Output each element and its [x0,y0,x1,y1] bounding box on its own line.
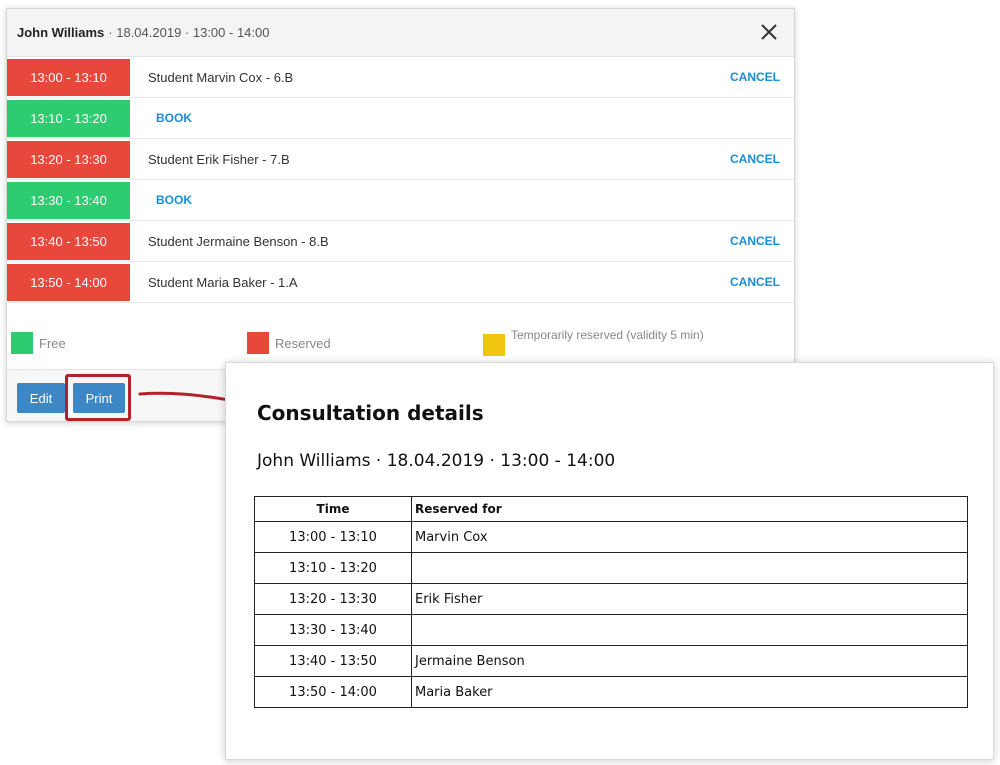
cancel-button[interactable]: CANCEL [730,234,780,248]
modal-header: John Williams · 18.04.2019 · 13:00 - 14:… [7,9,794,57]
legend-item-temporary: Temporarily reserved (validity 5 min) [483,329,713,356]
slot-student: Student Maria Baker - 1.A [148,274,298,290]
slot-student: Student Marvin Cox - 6.B [148,69,294,85]
book-button[interactable]: BOOK [156,193,192,207]
cell-time: 13:00 - 13:10 [254,521,412,553]
slot-row: 13:00 - 13:10 Student Marvin Cox - 6.B C… [7,57,794,98]
table-row: 13:40 - 13:50 Jermaine Benson [254,645,968,677]
table-header-row: Time Reserved for [254,496,968,522]
slot-row: 13:10 - 13:20 BOOK [7,98,794,139]
slot-legend: Free Reserved Temporarily reserved (vali… [7,327,794,367]
table-row: 13:10 - 13:20 [254,552,968,584]
table-row: 13:20 - 13:30 Erik Fisher [254,583,968,615]
cancel-button[interactable]: CANCEL [730,275,780,289]
print-preview: Consultation details John Williams · 18.… [225,362,994,760]
slot-time: 13:30 - 13:40 [7,181,130,219]
consultation-meta: · 18.04.2019 · 13:00 - 14:00 [108,25,270,40]
legend-item-reserved: Reserved [247,332,331,354]
consultation-modal: John Williams · 18.04.2019 · 13:00 - 14:… [6,8,795,422]
cell-reserved-for: Maria Baker [411,676,968,708]
legend-item-free: Free [11,332,66,354]
cancel-button[interactable]: CANCEL [730,70,780,84]
table-row: 13:50 - 14:00 Maria Baker [254,676,968,708]
free-swatch [11,332,33,354]
table-row: 13:00 - 13:10 Marvin Cox [254,521,968,553]
close-icon[interactable] [758,21,780,43]
cell-time: 13:10 - 13:20 [254,552,412,584]
cell-reserved-for: Jermaine Benson [411,645,968,677]
cancel-button[interactable]: CANCEL [730,152,780,166]
slot-time: 13:10 - 13:20 [7,99,130,137]
cell-reserved-for: Marvin Cox [411,521,968,553]
temporary-swatch [483,334,505,356]
cell-reserved-for [411,552,968,584]
table-row: 13:30 - 13:40 [254,614,968,646]
slot-student: Student Jermaine Benson - 8.B [148,233,329,249]
edit-button[interactable]: Edit [17,383,65,413]
slot-row: 13:40 - 13:50 Student Jermaine Benson - … [7,221,794,262]
cell-time: 13:50 - 14:00 [254,676,412,708]
slot-row: 13:20 - 13:30 Student Erik Fisher - 7.B … [7,139,794,180]
slot-row: 13:30 - 13:40 BOOK [7,180,794,221]
legend-label-reserved: Reserved [275,335,331,351]
legend-label-temporary: Temporarily reserved (validity 5 min) [511,328,704,342]
reserved-swatch [247,332,269,354]
slot-student: Student Erik Fisher - 7.B [148,151,290,167]
slot-time: 13:20 - 13:30 [7,140,130,178]
column-header-reserved-for: Reserved for [411,496,968,522]
cell-time: 13:40 - 13:50 [254,645,412,677]
print-button[interactable]: Print [73,383,125,413]
book-button[interactable]: BOOK [156,111,192,125]
slot-row: 13:50 - 14:00 Student Maria Baker - 1.A … [7,262,794,303]
slot-time: 13:40 - 13:50 [7,222,130,260]
preview-subtitle: John Williams · 18.04.2019 · 13:00 - 14:… [257,451,616,471]
cell-reserved-for: Erik Fisher [411,583,968,615]
preview-table: Time Reserved for 13:00 - 13:10 Marvin C… [254,496,968,708]
preview-title: Consultation details [257,401,484,425]
cell-time: 13:20 - 13:30 [254,583,412,615]
legend-label-free: Free [39,335,66,351]
cell-time: 13:30 - 13:40 [254,614,412,646]
column-header-time: Time [254,496,412,522]
cell-reserved-for [411,614,968,646]
slot-time: 13:50 - 14:00 [7,263,130,301]
slot-time: 13:00 - 13:10 [7,58,130,96]
teacher-name: John Williams [17,25,105,40]
